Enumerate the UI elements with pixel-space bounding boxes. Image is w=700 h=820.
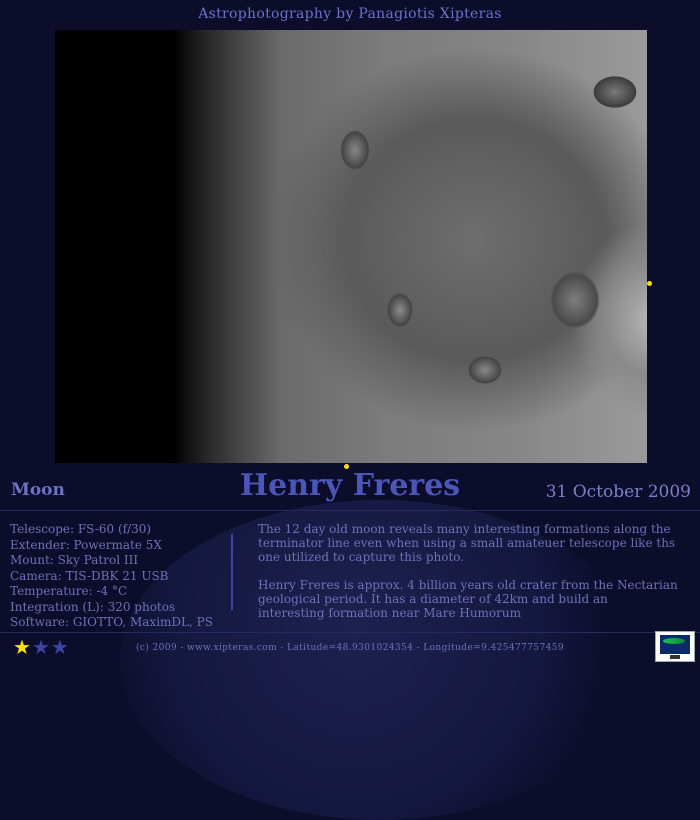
spec-camera: Camera: TIS-DBK 21 USB bbox=[10, 568, 169, 583]
photo-description: The 12 day old moon reveals many interes… bbox=[258, 522, 678, 634]
moon-photo bbox=[55, 30, 647, 463]
spec-temperature: Temperature: -4 °C bbox=[10, 584, 128, 598]
site-title: Astrophotography by Panagiotis Xipteras bbox=[198, 6, 502, 22]
spec-integration: Integration (L): 320 photos bbox=[10, 599, 176, 614]
monitor-logo-icon[interactable] bbox=[655, 631, 695, 662]
spec-extender: Extender: Powermate 5X bbox=[10, 537, 162, 552]
equipment-specs: Telescope: FS-60 (f/30) Extender: Powerm… bbox=[10, 522, 213, 631]
marker-dot-right bbox=[647, 281, 652, 286]
footer-text: (c) 2009 - www.xipteras.com - Latitude=4… bbox=[135, 643, 565, 653]
spec-software: Software: GIOTTO, MaximDL, PS bbox=[10, 615, 213, 629]
photo-date: 31 October 2009 bbox=[545, 482, 691, 502]
title-separator bbox=[0, 510, 700, 511]
spec-telescope: Telescope: FS-60 (f/30) bbox=[10, 522, 152, 536]
column-divider bbox=[231, 534, 233, 610]
description-paragraph-1: The 12 day old moon reveals many interes… bbox=[258, 522, 676, 564]
footer-separator bbox=[0, 632, 700, 633]
photo-title: Henry Freres bbox=[239, 468, 461, 503]
monitor-screen bbox=[660, 635, 690, 654]
description-paragraph-2: Henry Freres is approx. 4 billion years … bbox=[258, 578, 678, 620]
spec-mount: Mount: Sky Patrol III bbox=[10, 553, 139, 567]
category-label: Moon bbox=[11, 480, 65, 500]
monitor-base bbox=[670, 655, 680, 659]
